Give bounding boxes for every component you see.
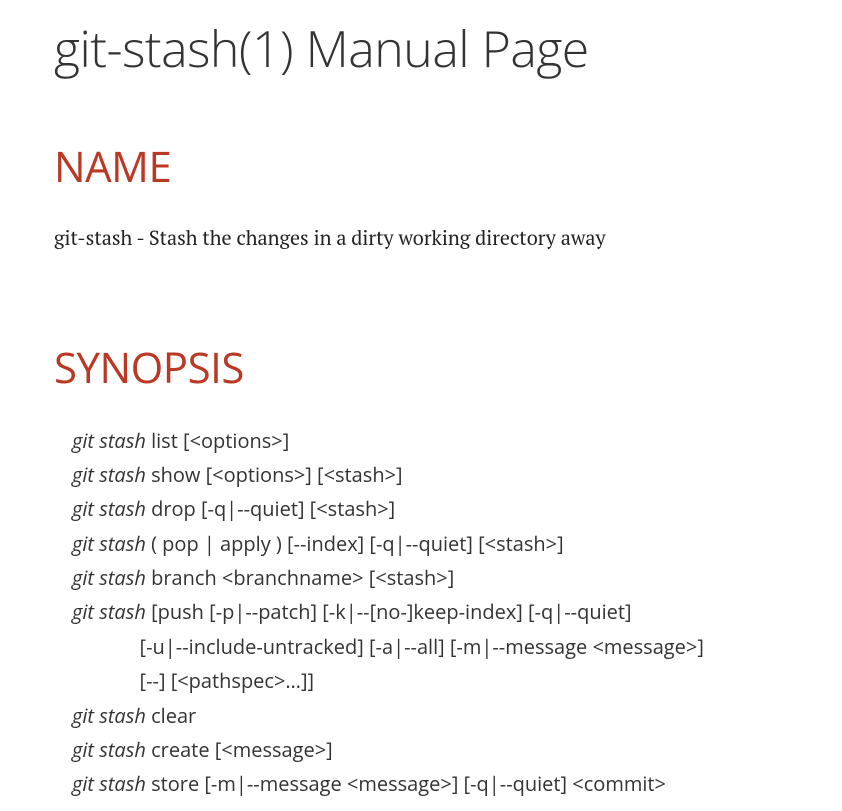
synopsis-line-show: git stash show [<options>] [<stash>] <box>72 458 788 492</box>
synopsis-args: store [-m|--message <message>] [-q|--qui… <box>146 770 666 797</box>
synopsis-block: git stash list [<options>] git stash sho… <box>72 424 788 802</box>
synopsis-line-list: git stash list [<options>] <box>72 424 788 458</box>
synopsis-line-branch: git stash branch <branchname> [<stash>] <box>72 561 788 595</box>
synopsis-args: clear <box>146 702 196 729</box>
synopsis-line-create: git stash create [<message>] <box>72 733 788 767</box>
name-heading: NAME <box>54 138 788 195</box>
synopsis-line-clear: git stash clear <box>72 699 788 733</box>
name-description: git-stash - Stash the changes in a dirty… <box>54 223 788 253</box>
synopsis-args: show [<options>] [<stash>] <box>146 461 403 488</box>
synopsis-args: [--] [<pathspec>…​]] <box>72 667 314 694</box>
cmd-prefix: git stash <box>72 736 146 763</box>
cmd-prefix: git stash <box>72 461 146 488</box>
cmd-prefix: git stash <box>72 702 146 729</box>
cmd-prefix: git stash <box>72 598 146 625</box>
synopsis-args: drop [-q|--quiet] [<stash>] <box>146 495 395 522</box>
man-page: git-stash(1) Manual Page NAME git-stash … <box>0 20 842 802</box>
page-title: git-stash(1) Manual Page <box>54 20 788 78</box>
cmd-prefix: git stash <box>72 564 146 591</box>
synopsis-args: branch <branchname> [<stash>] <box>146 564 454 591</box>
synopsis-args: [-u|--include-untracked] [-a|--all] [-m|… <box>72 633 704 660</box>
synopsis-line-drop: git stash drop [-q|--quiet] [<stash>] <box>72 492 788 526</box>
synopsis-line-store: git stash store [-m|--message <message>]… <box>72 767 788 801</box>
synopsis-args: ( pop | apply ) [--index] [-q|--quiet] [… <box>146 530 564 557</box>
synopsis-heading: SYNOPSIS <box>54 339 788 396</box>
synopsis-line-push-cont1: [-u|--include-untracked] [-a|--all] [-m|… <box>72 630 788 664</box>
cmd-prefix: git stash <box>72 530 146 557</box>
synopsis-args: [push [-p|--patch] [-k|--[no-]keep-index… <box>146 598 632 625</box>
synopsis-args: create [<message>] <box>146 736 333 763</box>
synopsis-line-push-cont2: [--] [<pathspec>…​]] <box>72 664 788 698</box>
synopsis-line-pop-apply: git stash ( pop | apply ) [--index] [-q|… <box>72 527 788 561</box>
synopsis-line-push: git stash [push [-p|--patch] [-k|--[no-]… <box>72 595 788 629</box>
synopsis-args: list [<options>] <box>146 427 289 454</box>
cmd-prefix: git stash <box>72 770 146 797</box>
cmd-prefix: git stash <box>72 427 146 454</box>
cmd-prefix: git stash <box>72 495 146 522</box>
